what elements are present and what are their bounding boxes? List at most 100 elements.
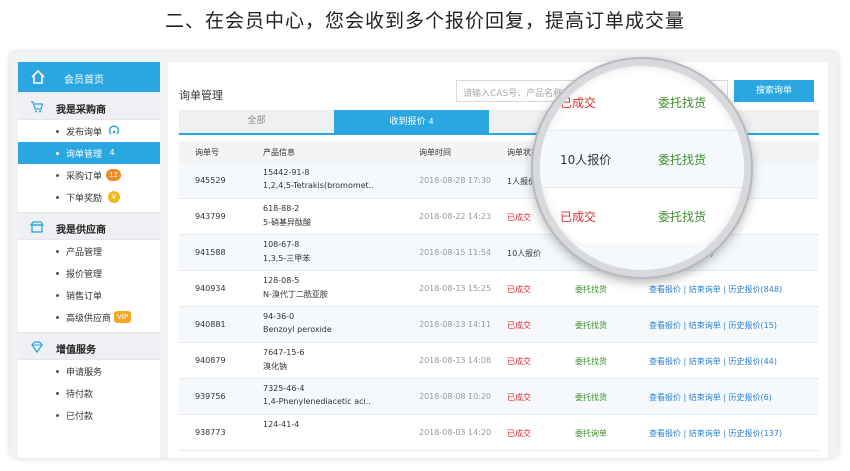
- table-row[interactable]: 940934 128-08-5 N-溴代丁二酰亚胺 2018-08-13 15:25 已…: [179, 271, 819, 307]
- inquiry-time: 2018-08-13 14:08: [419, 356, 492, 365]
- magnified-agent-link[interactable]: 委托找货: [658, 208, 706, 225]
- agent-link[interactable]: 委托找货: [575, 320, 607, 331]
- store-icon: [30, 221, 44, 233]
- sidebar-section-label: 增值服务: [56, 345, 96, 356]
- sidebar-item-products[interactable]: 产品管理: [18, 240, 160, 262]
- count-badge: 12: [106, 169, 121, 181]
- inquiry-id: 939756: [195, 392, 226, 401]
- sidebar-item-label: 发布询单: [66, 128, 103, 138]
- column-header: 询单号: [195, 148, 219, 157]
- inquiry-time: 2018-08-03 14:20: [419, 428, 492, 437]
- bullet-icon: [56, 250, 59, 253]
- inquiry-status: 已成交: [507, 321, 531, 330]
- sidebar-section-buyer[interactable]: 我是采购商: [18, 92, 160, 120]
- product-name: 1,2,4,5-Tetrakis(bromomet..: [263, 181, 374, 190]
- bullet-icon: [56, 392, 59, 395]
- inquiry-status: 已成交: [507, 285, 531, 294]
- sidebar-item-label: 申请服务: [66, 368, 103, 378]
- table-row[interactable]: 939756 7325-46-4 1,4-Phenylenediacetic aci…: [179, 379, 819, 415]
- inquiry-status: 已成交: [507, 213, 531, 222]
- signal-icon: [108, 125, 120, 135]
- sidebar-item-publish[interactable]: 发布询单: [18, 120, 160, 142]
- page-title: 询单管理: [179, 89, 223, 102]
- inquiry-status: 10人报价: [507, 249, 542, 258]
- diamond-icon: [31, 341, 43, 354]
- sidebar-section-label: 我是采购商: [56, 105, 106, 116]
- inquiry-id: 940934: [195, 284, 226, 293]
- table-row[interactable]: 940879 7647-15-6 溴化钠 2018-08-13 14:08 已成交 委托找…: [179, 343, 819, 379]
- product-name: Benzoyl peroxide: [263, 325, 332, 334]
- magnified-status: 已成交: [560, 210, 597, 224]
- product-name: 1,4-Phenylenediacetic aci..: [263, 397, 371, 406]
- action-links[interactable]: 查看报价 | 结束询单 | 历史报价(6): [649, 392, 772, 403]
- tab-label: 全部: [247, 116, 266, 126]
- bullet-icon: [56, 370, 59, 373]
- agent-link[interactable]: 委托询单: [575, 428, 607, 439]
- sidebar-item-label: 报价管理: [66, 270, 103, 280]
- cas-number: 108-67-8: [263, 240, 300, 249]
- sidebar-item-unpaid[interactable]: 待付款: [18, 382, 160, 404]
- action-links[interactable]: 查看报价 | 结束询单 | 历史报价(44): [649, 356, 777, 367]
- tab-received-quotes[interactable]: 收到报价 4: [334, 110, 489, 133]
- vip-badge: VIP: [114, 311, 132, 323]
- inquiry-id: 941588: [195, 248, 226, 257]
- sidebar-item-reward[interactable]: 下单奖励 ¥: [18, 186, 160, 208]
- agent-link[interactable]: 委托找货: [575, 392, 607, 403]
- inquiry-status: 1人报价: [507, 177, 537, 186]
- cart-icon: [31, 101, 44, 113]
- sidebar-item-quotes[interactable]: 报价管理: [18, 262, 160, 284]
- bullet-icon: [56, 196, 59, 199]
- page-headline: 二、在会员中心，您会收到多个报价回复，提高订单成交量: [164, 10, 685, 32]
- sidebar-item-label: 询单管理: [66, 150, 103, 160]
- sidebar-item-sales-order[interactable]: 销售订单: [18, 284, 160, 306]
- sidebar-section-supplier[interactable]: 我是供应商: [18, 212, 160, 240]
- inquiry-time: 2018-08-08 10:20: [419, 392, 492, 401]
- cas-number: 7325-46-4: [263, 384, 305, 393]
- bullet-icon: [56, 152, 59, 155]
- sidebar-item-label: 产品管理: [66, 248, 103, 258]
- sidebar-item-premium-supplier[interactable]: 高级供应商 VIP: [18, 306, 160, 328]
- sidebar-item-paid[interactable]: 已付款: [18, 404, 160, 426]
- tab-label: 收到报价: [389, 117, 426, 127]
- inquiry-id: 943799: [195, 212, 226, 221]
- bullet-icon: [56, 294, 59, 297]
- bullet-icon: [56, 272, 59, 275]
- tab-all[interactable]: 全部: [179, 110, 334, 133]
- product-name: 1,3,5-三甲苯: [263, 254, 311, 263]
- action-links[interactable]: 查看报价 | 结束询单 | 历史报价(137): [649, 428, 782, 439]
- inquiry-status: 已成交: [507, 393, 531, 402]
- sidebar-home[interactable]: 会员首页: [18, 62, 160, 92]
- sidebar-item-label: 待付款: [66, 390, 94, 400]
- sidebar-item-purchase-order[interactable]: 采购订单 12: [18, 164, 160, 186]
- cas-number: 94-36-0: [263, 312, 295, 321]
- bullet-icon: [56, 174, 59, 177]
- agent-link[interactable]: 委托找货: [575, 356, 607, 367]
- count-badge: 4: [109, 148, 115, 157]
- sidebar-item-apply-service[interactable]: 申请服务: [18, 360, 160, 382]
- inquiry-time: 2018-08-15 11:54: [419, 248, 492, 257]
- sidebar-item-label: 高级供应商: [66, 314, 112, 324]
- bullet-icon: [56, 316, 59, 319]
- magnifier-lens: 已成交 委托找货 10人报价 委托找货 已成交 委托找货: [533, 59, 751, 277]
- magnified-status: 已成交: [560, 96, 597, 110]
- magnified-agent-link[interactable]: 委托找货: [658, 151, 706, 168]
- bullet-icon: [56, 130, 59, 133]
- sidebar-section-label: 我是供应商: [56, 225, 106, 236]
- product-name: 5-硝基异酞酸: [263, 218, 311, 227]
- sidebar-item-inquiry[interactable]: 询单管理 4: [18, 142, 160, 164]
- magnified-agent-link[interactable]: 委托找货: [658, 94, 706, 111]
- action-links[interactable]: 查看报价 | 结束询单 | 历史报价(848): [649, 284, 782, 295]
- table-row[interactable]: 940881 94-36-0 Benzoyl peroxide 2018-08-13 …: [179, 307, 819, 343]
- sidebar-section-services[interactable]: 增值服务: [18, 332, 160, 360]
- inquiry-time: 2018-08-13 14:11: [419, 320, 492, 329]
- magnified-row: 已成交 委托找货: [540, 188, 744, 244]
- agent-link[interactable]: 委托找货: [575, 284, 607, 295]
- search-button[interactable]: 搜索询单: [734, 80, 814, 102]
- home-icon: [31, 69, 45, 84]
- action-links[interactable]: 查看报价 | 结束询单 | 历史报价(15): [649, 320, 777, 331]
- inquiry-time: 2018-08-13 15:25: [419, 284, 492, 293]
- inquiry-time: 2018-08-22 14:23: [419, 212, 492, 221]
- table-row[interactable]: 938773 124-41-4 2018-08-03 14:20 已成交 委托询单 查看报…: [179, 415, 819, 451]
- sidebar-item-label: 采购订单: [66, 172, 103, 182]
- inquiry-id: 945529: [195, 176, 226, 185]
